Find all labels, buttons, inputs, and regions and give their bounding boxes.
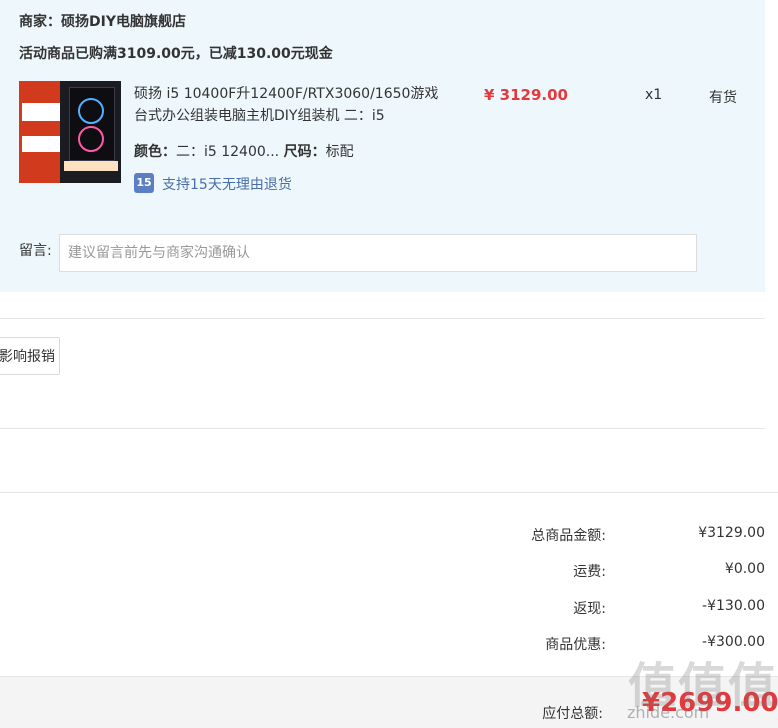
cashback-value: -¥130.00 xyxy=(702,598,765,614)
product-thumbnail[interactable] xyxy=(19,81,121,183)
color-label: 颜色： xyxy=(134,144,176,160)
shop-label: 商家： xyxy=(19,14,61,30)
cashback-label: 返现: xyxy=(573,601,606,617)
stock-status: 有货 xyxy=(709,90,737,106)
payment-label: 应付总额: xyxy=(542,706,603,722)
divider xyxy=(0,318,765,319)
shop-name[interactable]: 硕扬DIY电脑旗舰店 xyxy=(61,14,186,30)
color-value: 二：i5 12400... xyxy=(176,144,280,160)
watermark-site: zhide.com xyxy=(627,703,710,722)
discount-label: 商品优惠: xyxy=(545,637,606,653)
return-policy-text: 支持15天无理由退货 xyxy=(162,177,292,193)
remark-input[interactable] xyxy=(59,234,697,272)
product-spec: 颜色：二：i5 12400... 尺码：标配 xyxy=(134,141,354,161)
promotion-text: 活动商品已购满3109.00元，已减130.00元现金 xyxy=(19,46,333,62)
shipping-label: 运费: xyxy=(573,564,606,580)
product-title[interactable]: 硕扬 i5 10400F升12400F/RTX3060/1650游戏台式办公组装… xyxy=(134,83,446,127)
divider xyxy=(0,428,765,429)
product-quantity: x1 xyxy=(645,87,663,103)
total-label: 总商品金额: xyxy=(531,528,606,544)
product-price: ¥ 3129.00 xyxy=(484,86,568,104)
size-value: 标配 xyxy=(325,144,354,160)
thumbnail-banner xyxy=(64,161,118,171)
remark-label: 留言: xyxy=(19,243,52,259)
invoice-option-button[interactable]: 影响报销 xyxy=(0,337,60,375)
shop-header: 商家：硕扬DIY电脑旗舰店 xyxy=(19,11,186,31)
pc-case-image xyxy=(69,87,115,161)
thumbnail-badge xyxy=(22,103,60,121)
total-value: ¥3129.00 xyxy=(698,525,765,541)
return-policy-icon: 15 xyxy=(134,173,154,193)
shipping-value: ¥0.00 xyxy=(724,561,765,577)
size-label: 尺码： xyxy=(283,144,326,160)
thumbnail-price-badge xyxy=(22,136,60,152)
divider xyxy=(0,492,778,493)
